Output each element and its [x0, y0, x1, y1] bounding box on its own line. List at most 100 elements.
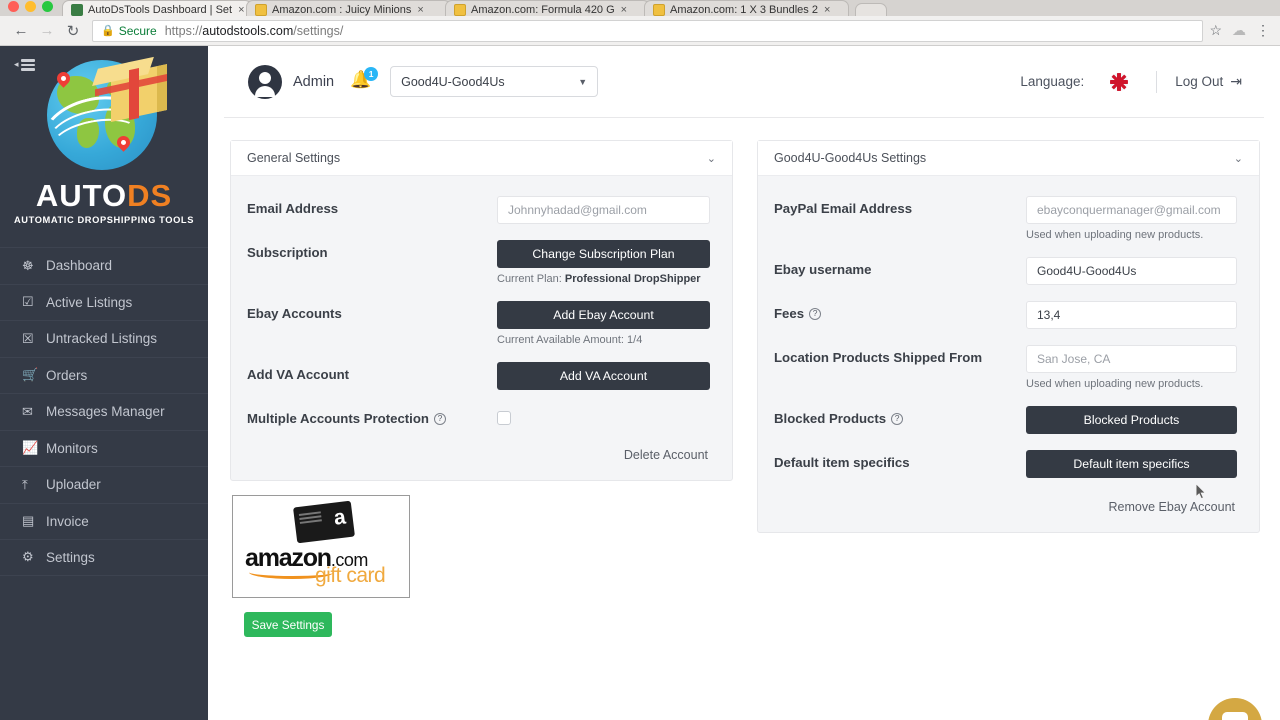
sidebar-item-orders[interactable]: 🛒 Orders: [0, 356, 208, 394]
sidebar-item-uploader[interactable]: ⤒ Uploader: [0, 466, 208, 503]
blocked-products-label-text: Blocked Products: [774, 411, 887, 426]
help-icon[interactable]: ?: [809, 307, 822, 320]
close-window-button[interactable]: [8, 1, 19, 12]
ebay-accounts-row: Ebay Accounts Add Ebay Account Current A…: [247, 301, 710, 346]
blocked-products-label: Blocked Products ?: [774, 406, 1026, 426]
account-settings-header[interactable]: Good4U-Good4Us Settings ⌄: [758, 141, 1259, 176]
amazon-favicon-icon: [255, 3, 267, 16]
maximize-window-button[interactable]: [42, 1, 53, 12]
default-item-specifics-button[interactable]: Default item specifics: [1026, 450, 1237, 478]
notifications-button[interactable]: 🔔 1: [350, 66, 379, 94]
email-input[interactable]: Johnnyhadad@gmail.com: [497, 196, 710, 224]
hamburger-icon: [20, 59, 35, 71]
sidebar-item-settings[interactable]: ⚙ Settings: [0, 539, 208, 576]
back-button[interactable]: ←: [8, 18, 34, 44]
account-select-value: Good4U-Good4Us: [401, 74, 505, 89]
avatar[interactable]: [248, 64, 282, 99]
tab-close-icon[interactable]: ×: [417, 4, 423, 16]
add-va-account-label: Add VA Account: [247, 367, 350, 382]
location-row: Location Products Shipped From San Jose,…: [774, 345, 1237, 390]
reload-button[interactable]: ↻: [60, 18, 86, 44]
tab-close-icon[interactable]: ×: [238, 4, 244, 16]
general-settings-header[interactable]: General Settings ⌄: [231, 141, 732, 176]
amazon-gift-card-ad[interactable]: a amazon.com gift card: [232, 495, 410, 598]
current-plan-value: Professional DropShipper: [564, 273, 701, 285]
sidebar-item-untracked-listings[interactable]: ☒ Untracked Listings: [0, 320, 208, 357]
browser-toolbar: ← → ↻ 🔒 Secure https://autodstools.com/s…: [0, 16, 1280, 46]
tab-close-icon[interactable]: ×: [824, 4, 830, 16]
protection-label-text: Multiple Accounts Protection: [247, 411, 429, 426]
remove-ebay-account-link[interactable]: Remove Ebay Account: [774, 494, 1237, 516]
fees-row: Fees ? 13,4: [774, 301, 1237, 329]
blocked-products-row: Blocked Products ? Blocked Products: [774, 406, 1237, 434]
add-va-account-button[interactable]: Add VA Account: [497, 362, 710, 390]
general-settings-body: Email Address Johnnyhadad@gmail.com Subs…: [231, 176, 732, 480]
tab-close-icon[interactable]: ×: [621, 4, 627, 16]
location-hint: Used when uploading new products.: [1026, 378, 1204, 390]
multiple-accounts-protection-checkbox[interactable]: [497, 411, 511, 425]
logo: AUTODS AUTOMATIC DROPSHIPPING TOOLS: [0, 46, 208, 233]
fees-label: Fees ?: [774, 301, 1026, 321]
chart-line-icon: 📈: [22, 440, 39, 456]
browser-tab-3[interactable]: Amazon.com: 1 X 3 Bundles 2 ×: [644, 0, 849, 16]
sidebar-item-invoice[interactable]: ▤ Invoice: [0, 502, 208, 540]
paypal-email-hint: Used when uploading new products.: [1026, 229, 1204, 241]
logout-button[interactable]: Log Out ⇥: [1175, 73, 1242, 90]
new-tab-button[interactable]: [855, 3, 887, 16]
account-settings-body: PayPal Email Address ebayconquermanager@…: [758, 176, 1259, 532]
delete-account-link[interactable]: Delete Account: [247, 442, 710, 464]
tab-title: AutoDsTools Dashboard | Set: [88, 4, 233, 16]
add-ebay-account-button[interactable]: Add Ebay Account: [497, 301, 710, 329]
left-column: General Settings ⌄ Email Address Johnnyh…: [230, 140, 733, 637]
sidebar-item-active-listings[interactable]: ☑ Active Listings: [0, 283, 208, 321]
sidebar-item-monitors[interactable]: 📈 Monitors: [0, 429, 208, 467]
subscription-label: Subscription: [247, 245, 328, 260]
change-subscription-plan-button[interactable]: Change Subscription Plan: [497, 240, 710, 268]
chat-widget-button[interactable]: [1208, 698, 1262, 720]
logout-label: Log Out: [1175, 74, 1224, 89]
admin-label: Admin: [293, 73, 335, 90]
minimize-window-button[interactable]: [25, 1, 36, 12]
blocked-products-button[interactable]: Blocked Products: [1026, 406, 1237, 434]
lock-icon: 🔒: [101, 25, 115, 37]
browser-tab-0[interactable]: AutoDsTools Dashboard | Set ×: [62, 0, 252, 16]
help-icon[interactable]: ?: [891, 412, 904, 425]
sidebar-item-label: Untracked Listings: [46, 331, 158, 347]
cloud-icon[interactable]: ☁: [1232, 22, 1246, 39]
sidebar-item-messages-manager[interactable]: ✉ Messages Manager: [0, 393, 208, 430]
upload-icon: ⤒: [22, 476, 28, 492]
save-settings-button[interactable]: Save Settings: [244, 612, 332, 637]
sidebar-item-label: Invoice: [46, 513, 89, 529]
paypal-email-input[interactable]: ebayconquermanager@gmail.com: [1026, 196, 1237, 224]
account-settings-panel: Good4U-Good4Us Settings ⌄ PayPal Email A…: [757, 140, 1260, 533]
account-select[interactable]: Good4U-Good4Us ▼: [390, 66, 599, 97]
amazon-a-letter: a: [332, 505, 347, 530]
window-controls[interactable]: [8, 1, 53, 12]
logout-icon: ⇥: [1230, 73, 1242, 89]
location-input[interactable]: San Jose, CA: [1026, 345, 1237, 373]
menu-icon[interactable]: ⋮: [1256, 22, 1270, 39]
email-label: Email Address: [247, 201, 339, 216]
current-plan-prefix: Current Plan:: [497, 273, 565, 285]
chevron-down-icon[interactable]: ⌄: [1234, 152, 1243, 165]
available-amount-hint: Current Available Amount: 1/4: [497, 334, 643, 346]
top-bar-right: Language: Log Out ⇥: [1020, 70, 1242, 93]
smiley-face-icon: [1222, 712, 1248, 720]
forward-button[interactable]: →: [34, 18, 60, 44]
bookmark-star-icon[interactable]: ☆: [1209, 22, 1222, 39]
fees-input[interactable]: 13,4: [1026, 301, 1237, 329]
address-bar[interactable]: 🔒 Secure https://autodstools.com/setting…: [92, 19, 1204, 42]
sidebar-collapse-button[interactable]: ◂: [14, 59, 35, 71]
browser-tab-1[interactable]: Amazon.com : Juicy Minions ×: [246, 0, 451, 16]
toolbar-actions: ☆ ☁ ⋮: [1209, 22, 1272, 39]
uk-flag-icon[interactable]: [1110, 72, 1129, 91]
paypal-email-row: PayPal Email Address ebayconquermanager@…: [774, 196, 1237, 241]
chevron-down-icon[interactable]: ⌄: [707, 152, 716, 165]
chevron-down-icon: ▼: [578, 76, 588, 87]
sidebar-item-dashboard[interactable]: ☸ Dashboard: [0, 247, 208, 284]
ebay-username-input[interactable]: Good4U-Good4Us: [1026, 257, 1237, 285]
help-icon[interactable]: ?: [433, 412, 446, 425]
fees-label-text: Fees: [774, 306, 805, 321]
language-label: Language:: [1020, 74, 1085, 89]
browser-tab-2[interactable]: Amazon.com: Formula 420 G ×: [445, 0, 650, 16]
